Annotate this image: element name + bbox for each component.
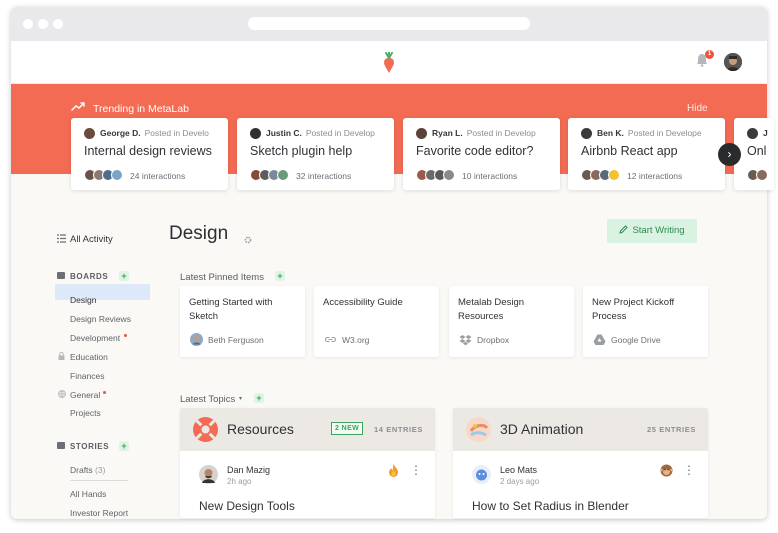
stories-heading: STORIES xyxy=(70,442,110,451)
pinned-source: Google Drive xyxy=(611,335,661,345)
trending-up-icon xyxy=(71,102,85,111)
window-close-dot[interactable] xyxy=(23,19,33,29)
all-activity-link[interactable]: All Activity xyxy=(70,234,113,245)
sidebar-item-general[interactable]: General xyxy=(70,390,100,400)
stories-icon xyxy=(57,442,65,449)
add-pinned-button[interactable]: + xyxy=(275,271,285,281)
add-board-button[interactable]: + xyxy=(119,271,129,281)
sidebar-item-projects[interactable]: Projects xyxy=(70,408,101,418)
topic-card-3d-animation[interactable]: 3D Animation 25 ENTRIES Leo Mats 2 days … xyxy=(453,408,708,518)
window-maximize-dot[interactable] xyxy=(53,19,63,29)
divider xyxy=(70,480,128,481)
pinned-title: Metalab Design Resources xyxy=(458,297,525,322)
browser-chrome xyxy=(11,7,767,41)
dropbox-icon xyxy=(459,335,472,346)
pinned-source: W3.org xyxy=(342,335,370,345)
entries-count: 25 ENTRIES xyxy=(647,425,696,434)
sidebar-item-all-hands[interactable]: All Hands xyxy=(70,489,106,499)
sidebar-item-finances[interactable]: Finances xyxy=(70,371,105,381)
topic-name: Resources xyxy=(227,421,294,437)
topic-card-resources[interactable]: Resources 2 NEW 14 ENTRIES Dan Mazig 2h … xyxy=(180,408,435,518)
pinned-source: Dropbox xyxy=(477,335,510,345)
post-time: 2 days ago xyxy=(500,477,540,486)
pinned-heading: Latest Pinned Items xyxy=(180,272,264,283)
add-story-button[interactable]: + xyxy=(119,441,129,451)
sidebar-item-drafts[interactable]: Drafts (3) xyxy=(70,465,105,475)
notification-badge: 1 xyxy=(705,50,714,59)
add-topic-button[interactable]: + xyxy=(254,393,264,403)
link-icon xyxy=(324,336,337,343)
sidebar-item-development[interactable]: Development xyxy=(70,333,120,343)
gear-icon[interactable] xyxy=(244,236,252,244)
pinned-card[interactable]: Getting Started with Sketch Beth Ferguso… xyxy=(180,286,305,357)
unread-dot xyxy=(103,391,106,394)
topic-name: 3D Animation xyxy=(500,421,584,437)
list-icon xyxy=(57,234,66,243)
pinned-title: Getting Started with Sketch xyxy=(189,297,273,322)
sidebar-item-design[interactable]: Design xyxy=(70,295,96,305)
carrot-logo-icon[interactable] xyxy=(380,52,398,74)
more-options-icon[interactable]: ⋮ xyxy=(683,464,695,476)
pinned-source: Beth Ferguson xyxy=(208,335,264,345)
post-time: 2h ago xyxy=(227,477,252,486)
window-minimize-dot[interactable] xyxy=(38,19,48,29)
start-writing-button[interactable]: Start Writing xyxy=(607,219,697,243)
3d-animation-icon xyxy=(466,417,491,442)
top-bar: 1 xyxy=(11,41,767,84)
pinned-card[interactable]: New Project Kickoff Process Google Drive xyxy=(583,286,708,357)
pinned-card[interactable]: Metalab Design Resources Dropbox xyxy=(449,286,574,357)
author-avatar xyxy=(190,333,203,346)
lifebuoy-icon xyxy=(193,417,218,442)
boards-heading: BOARDS xyxy=(70,272,109,281)
hide-trending-link[interactable]: Hide xyxy=(687,103,708,114)
fire-icon xyxy=(389,464,398,477)
sidebar-item-design-reviews[interactable]: Design Reviews xyxy=(70,314,131,324)
page-title: Design xyxy=(169,223,229,244)
post-author: Leo Mats xyxy=(500,465,538,475)
entries-count: 14 ENTRIES xyxy=(374,425,423,434)
sidebar-item-education[interactable]: Education xyxy=(70,352,108,362)
lock-icon xyxy=(58,352,65,360)
trending-banner: Trending in MetaLab Hide xyxy=(11,84,767,174)
post-author: Dan Mazig xyxy=(227,465,271,475)
pinned-title: Accessibility Guide xyxy=(323,297,403,308)
next-arrow-button[interactable]: › xyxy=(718,143,741,166)
pinned-title: New Project Kickoff Process xyxy=(592,297,675,322)
more-options-icon[interactable]: ⋮ xyxy=(410,464,422,476)
unread-dot xyxy=(124,334,127,337)
topics-heading: Latest Topics xyxy=(180,394,236,405)
author-avatar xyxy=(199,465,218,484)
sidebar-item-investor-report[interactable]: Investor Report xyxy=(70,508,128,518)
pencil-icon xyxy=(619,225,629,234)
trending-title: Trending in MetaLab xyxy=(93,103,189,115)
post-title: How to Set Radius in Blender xyxy=(472,499,629,513)
google-drive-icon xyxy=(593,334,606,345)
post-title: New Design Tools xyxy=(199,499,295,513)
user-avatar[interactable] xyxy=(724,53,742,71)
topics-dropdown-caret[interactable]: ▾ xyxy=(239,395,242,402)
globe-icon xyxy=(58,390,66,398)
boards-icon xyxy=(57,272,65,279)
new-badge: 2 NEW xyxy=(331,422,364,435)
author-avatar xyxy=(472,465,491,484)
address-bar[interactable] xyxy=(248,17,530,30)
pinned-card[interactable]: Accessibility Guide W3.org xyxy=(314,286,439,357)
monkey-emoji-icon xyxy=(660,464,673,477)
